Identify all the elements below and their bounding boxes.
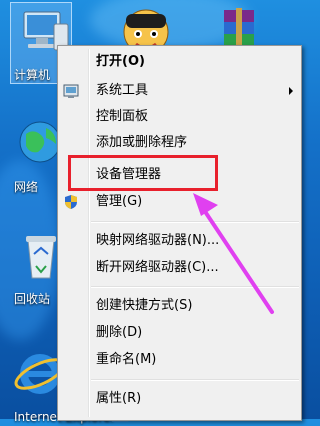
annotation-arrow-icon: [193, 193, 274, 314]
